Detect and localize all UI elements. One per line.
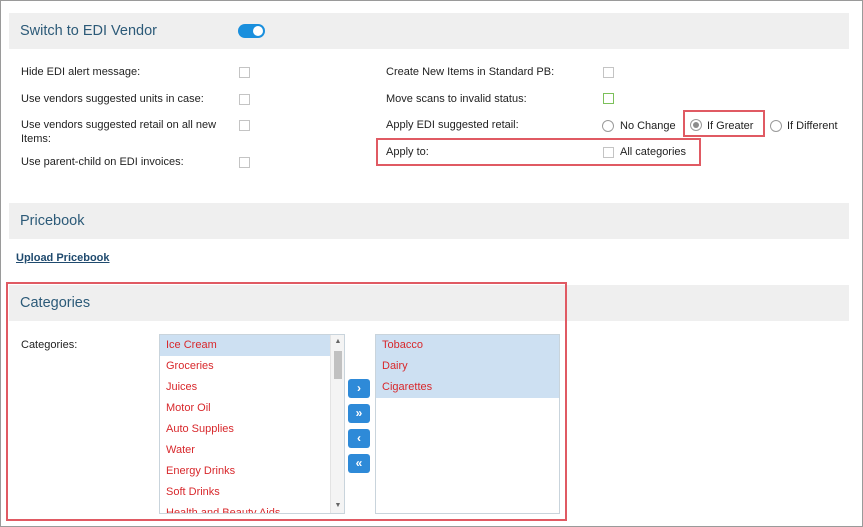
create-new-items-checkbox[interactable] (603, 67, 614, 78)
list-item[interactable]: Dairy (376, 356, 559, 377)
categories-field-label: Categories: (21, 339, 78, 351)
list-item[interactable]: Cigarettes (376, 377, 559, 398)
parent-child-label: Use parent-child on EDI invoices: (21, 156, 184, 168)
apply-retail-label: Apply EDI suggested retail: (386, 119, 519, 131)
radio-no-change-label: No Change (620, 120, 676, 132)
apply-to-label: Apply to: (386, 146, 429, 158)
upload-pricebook-link[interactable]: Upload Pricebook (16, 252, 110, 264)
scroll-thumb[interactable] (334, 351, 342, 379)
scroll-up-arrow-icon[interactable]: ▲ (331, 335, 344, 349)
list-item[interactable]: Water (160, 440, 344, 461)
available-categories-list[interactable]: Ice Cream Groceries Juices Motor Oil Aut… (159, 334, 345, 514)
move-left-button[interactable]: ‹ (348, 429, 370, 448)
edi-vendor-toggle[interactable] (238, 24, 265, 38)
list-item[interactable]: Ice Cream (160, 335, 344, 356)
radio-if-different[interactable] (770, 120, 782, 132)
pricebook-section-header: Pricebook (9, 203, 849, 239)
list-item[interactable]: Groceries (160, 356, 344, 377)
parent-child-checkbox[interactable] (239, 157, 250, 168)
selected-categories-list[interactable]: Tobacco Dairy Cigarettes (375, 334, 560, 514)
radio-if-different-label: If Different (787, 120, 838, 132)
suggested-units-label: Use vendors suggested units in case: (21, 93, 204, 105)
pricebook-section-title: Pricebook (20, 213, 85, 229)
list-item[interactable]: Auto Supplies (160, 419, 344, 440)
move-scans-checkbox[interactable] (603, 93, 614, 104)
list-item[interactable]: Soft Drinks (160, 482, 344, 503)
radio-if-greater-label: If Greater (707, 120, 754, 132)
edi-section-title: Switch to EDI Vendor (20, 23, 158, 39)
move-all-left-button[interactable]: « (348, 454, 370, 473)
suggested-units-checkbox[interactable] (239, 94, 250, 105)
suggested-retail-checkbox[interactable] (239, 120, 250, 131)
all-categories-checkbox[interactable] (603, 147, 614, 158)
list-item[interactable]: Energy Drinks (160, 461, 344, 482)
hide-edi-alert-label: Hide EDI alert message: (21, 66, 141, 78)
scroll-down-arrow-icon[interactable]: ▼ (331, 499, 344, 513)
all-categories-label: All categories (620, 146, 687, 158)
list-item[interactable]: Health and Beauty Aids (160, 503, 344, 513)
move-right-button[interactable]: › (348, 379, 370, 398)
available-list-scrollbar[interactable]: ▲ ▼ (330, 335, 344, 513)
radio-if-greater[interactable] (690, 119, 702, 131)
hide-edi-alert-checkbox[interactable] (239, 67, 250, 78)
list-item[interactable]: Juices (160, 377, 344, 398)
edi-section-header: Switch to EDI Vendor (9, 13, 849, 49)
radio-no-change[interactable] (602, 120, 614, 132)
move-all-right-button[interactable]: » (348, 404, 370, 423)
suggested-retail-label: Use vendors suggested retail on all new … (21, 119, 217, 145)
move-scans-label: Move scans to invalid status: (386, 93, 527, 105)
list-item[interactable]: Tobacco (376, 335, 559, 356)
list-item[interactable]: Motor Oil (160, 398, 344, 419)
create-new-items-label: Create New Items in Standard PB: (386, 66, 555, 78)
